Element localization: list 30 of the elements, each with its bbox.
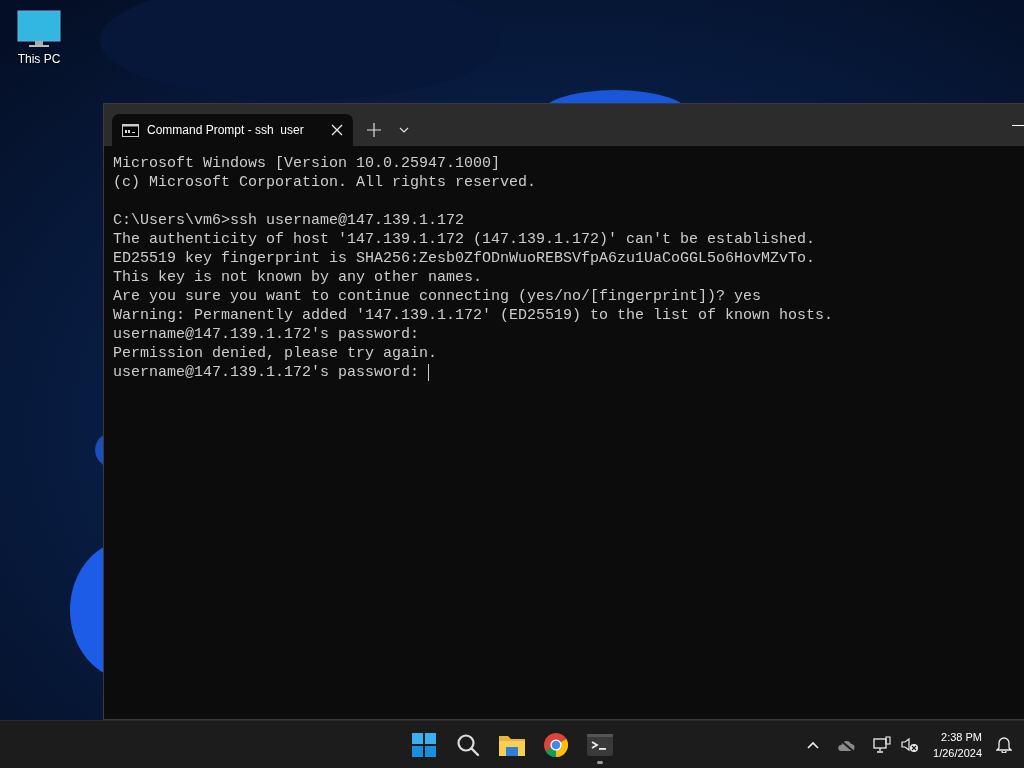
- terminal-line: Are you sure you want to continue connecting (yes/no/[fingerprint])? yes: [113, 287, 762, 306]
- windows-logo-icon: [412, 733, 436, 757]
- volume-muted-icon[interactable]: [901, 736, 920, 753]
- dropdown-chevron-icon[interactable]: [399, 127, 409, 133]
- terminal-line: Permission denied, please try again.: [113, 344, 438, 363]
- terminal-line: This key is not known by any other names.: [113, 268, 483, 287]
- terminal-line: Microsoft Windows [Version 10.0.25947.1000]: [113, 154, 501, 173]
- browser-icon: [543, 732, 569, 758]
- close-icon[interactable]: [331, 124, 343, 136]
- command-prompt-icon: [122, 123, 139, 137]
- terminal-line: Warning: Permanently added '147.139.1.172' (ED25519) to the list of known hosts.: [113, 306, 834, 325]
- folder-icon: [499, 734, 525, 756]
- terminal-line: The authenticity of host '147.139.1.172 (147.139.1.172)' can't be established.: [113, 230, 816, 249]
- tab-title: Command Prompt - ssh user: [147, 123, 305, 137]
- desktop-icon-label: This PC: [17, 52, 61, 66]
- chevron-up-icon[interactable]: [807, 740, 820, 749]
- search-icon: [456, 733, 480, 757]
- terminal-tab[interactable]: Command Prompt - ssh user: [112, 114, 353, 146]
- network-icon[interactable]: [873, 735, 892, 754]
- notification-bell-icon[interactable]: [996, 736, 1012, 753]
- terminal-line: (c) Microsoft Corporation. All rights reserved.: [113, 173, 537, 192]
- terminal-line: C:\Users\vm6>ssh username@147.139.1.172: [113, 211, 465, 230]
- terminal-line: ED25519 key fingerprint is SHA256:Zesb0ZfODnWuoREBSVfpA6zu1UaCoGGL5o6HovMZvTo.: [113, 249, 816, 268]
- terminal-line: username@147.139.1.172's password:: [113, 325, 420, 344]
- monitor-icon[interactable]: [17, 10, 61, 48]
- running-indicator: [597, 761, 603, 764]
- clock[interactable]: 2:38 PM 1/26/2024: [929, 728, 986, 761]
- terminal-icon: [587, 734, 613, 756]
- terminal-line: username@147.139.1.172's password:: [113, 363, 421, 382]
- new-tab-icon[interactable]: [367, 123, 381, 137]
